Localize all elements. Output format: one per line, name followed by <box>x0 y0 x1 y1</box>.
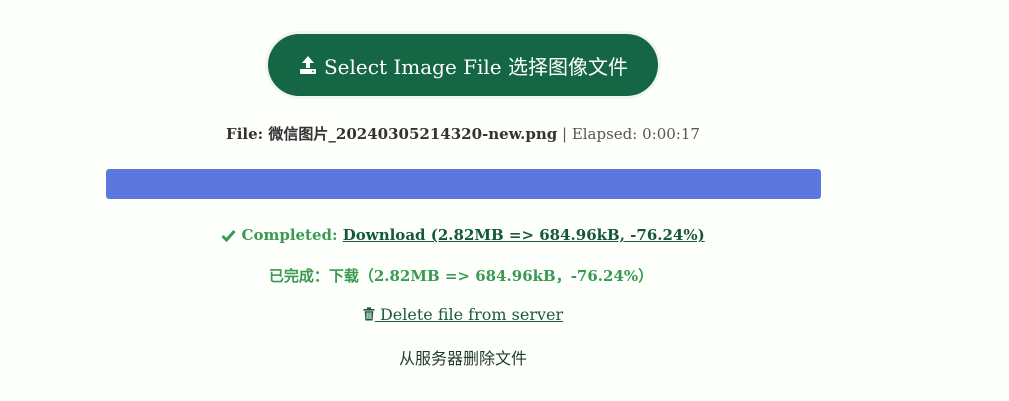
page: Select Image File 选择图像文件 File: 微信图片_2024… <box>0 0 1009 401</box>
elapsed-label: Elapsed: <box>571 125 643 143</box>
file-prefix: File: <box>226 125 269 143</box>
completed-label: Completed: <box>241 226 343 244</box>
delete-file-link[interactable]: Delete file from server <box>363 305 563 324</box>
progress-fill <box>106 169 821 199</box>
download-link[interactable]: Download (2.82MB => 684.96kB, -76.24%) <box>343 226 705 244</box>
delete-file-row: Delete file from server <box>0 305 926 324</box>
check-icon <box>221 226 241 244</box>
select-image-file-label: Select Image File 选择图像文件 <box>323 54 628 79</box>
upload-icon <box>298 55 318 75</box>
file-info: File: 微信图片_20240305214320-new.png | Elap… <box>0 123 926 144</box>
progress-bar <box>106 169 821 199</box>
select-image-file-button[interactable]: Select Image File 选择图像文件 <box>267 34 658 96</box>
completed-status: Completed: Download (2.82MB => 684.96kB,… <box>0 226 926 244</box>
completed-status-cn: 已完成：下载（2.82MB => 684.96kB，-76.24%） <box>268 267 654 285</box>
elapsed-value: 0:00:17 <box>642 125 700 143</box>
upload-area: Select Image File 选择图像文件 <box>0 34 926 96</box>
trash-icon <box>363 305 375 324</box>
delete-file-label-cn: 从服务器删除文件 <box>398 349 527 368</box>
file-name: 微信图片_20240305214320-new.png <box>268 125 558 143</box>
separator: | <box>557 125 572 143</box>
delete-file-label: Delete file from server <box>374 305 564 324</box>
